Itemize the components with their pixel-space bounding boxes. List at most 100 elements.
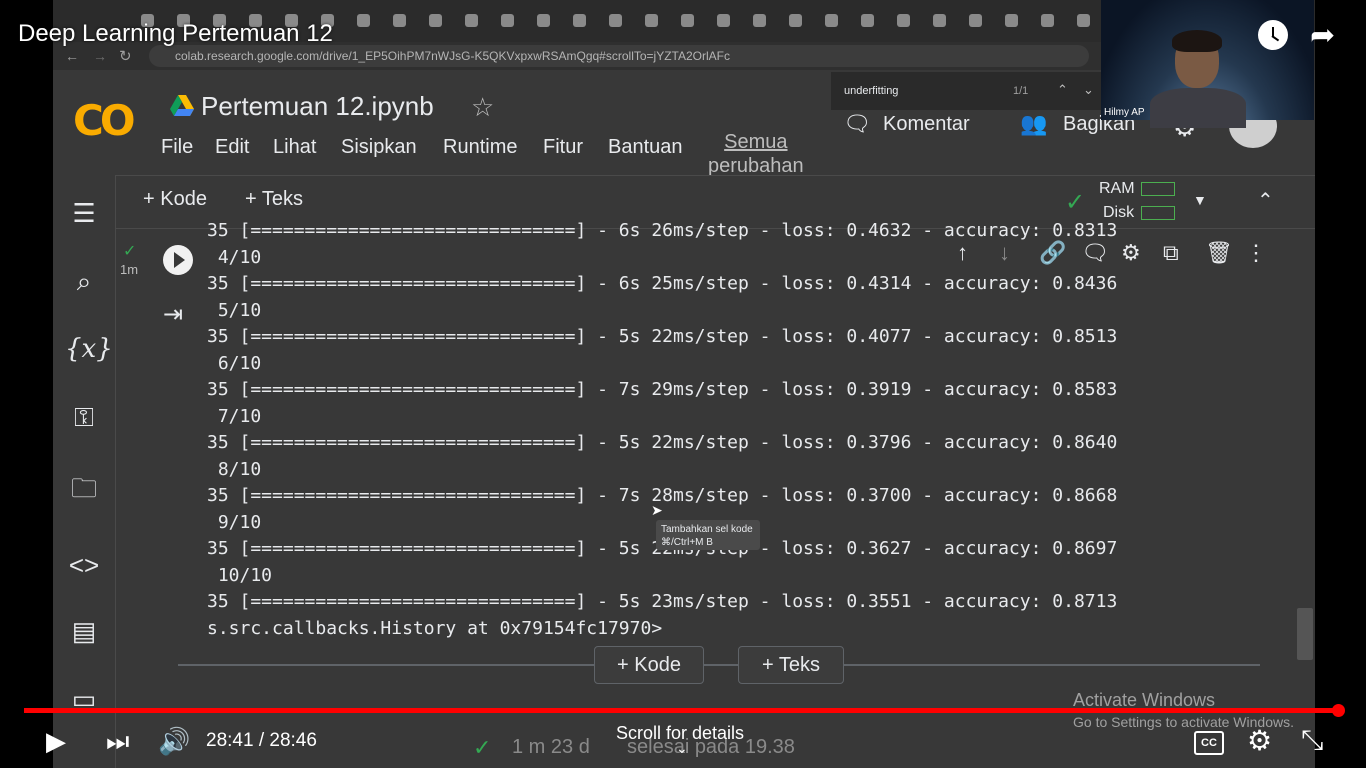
find-input[interactable]: underfitting	[844, 85, 898, 97]
move-cell-down-icon[interactable]: ↓	[999, 240, 1010, 266]
ram-meter[interactable]	[1141, 182, 1175, 196]
reload-icon[interactable]: ↻	[119, 47, 132, 65]
tab-favicon[interactable]	[753, 14, 766, 27]
cell-toolbar: ↑ ↓ 🔗 🗨 ⚙ ⧉ 🗑 ⋮	[953, 240, 1267, 270]
collapse-header-icon[interactable]: ⌃	[1257, 188, 1274, 213]
menu-edit[interactable]: Edit	[215, 136, 249, 159]
drive-icon[interactable]	[170, 95, 194, 117]
mouse-cursor-icon: ➤	[651, 502, 663, 518]
cell-output: 35 [==============================] - 6s…	[207, 220, 1307, 645]
play-icon	[174, 252, 185, 268]
table-of-contents-icon[interactable]: ☰	[65, 198, 103, 229]
code-snippets-icon[interactable]: <>	[65, 550, 103, 581]
delete-cell-icon[interactable]: 🗑	[1205, 240, 1233, 266]
comment-icon[interactable]: 🗨	[843, 111, 871, 137]
cell-success-check-icon: ✓	[123, 243, 137, 260]
tab-favicon[interactable]	[357, 14, 370, 27]
cell-divider	[178, 664, 1260, 666]
tab-favicon[interactable]	[897, 14, 910, 27]
tab-favicon[interactable]	[789, 14, 802, 27]
url-text[interactable]: colab.research.google.com/drive/1_EP5Oih…	[175, 49, 730, 63]
forward-icon[interactable]: →	[93, 48, 107, 64]
output-line: 9/10	[207, 512, 262, 533]
output-line: 6/10	[207, 353, 262, 374]
notebook-title[interactable]: Pertemuan 12.ipynb	[201, 91, 434, 122]
comment-button[interactable]: Komentar	[883, 113, 970, 136]
add-text-cell-inline-button[interactable]: + Teks	[738, 646, 844, 684]
tab-favicon[interactable]	[501, 14, 514, 27]
move-cell-up-icon[interactable]: ↑	[957, 240, 968, 266]
exit-fullscreen-button[interactable]: ⤡	[1301, 724, 1323, 757]
progress-scrubber[interactable]	[1332, 704, 1345, 717]
add-text-cell-button[interactable]: + Teks	[245, 188, 303, 211]
next-video-button[interactable]: ⏭	[106, 726, 129, 758]
cell-run-duration: 1m	[120, 262, 139, 277]
share-icon[interactable]: ➦	[1310, 18, 1335, 53]
webcam-name-label: Hilmy AP	[1104, 107, 1145, 118]
output-line: 8/10	[207, 459, 262, 480]
output-line: 7/10	[207, 406, 262, 427]
all-changes-line2: perubahan	[708, 155, 804, 177]
tab-favicon[interactable]	[717, 14, 730, 27]
colab-logo[interactable]: CO	[73, 96, 135, 145]
tab-favicon[interactable]	[1077, 14, 1090, 27]
mirror-cell-icon[interactable]: ⧉	[1163, 240, 1179, 266]
tab-favicon[interactable]	[465, 14, 478, 27]
scrollbar-thumb[interactable]	[1297, 608, 1313, 660]
secrets-key-icon[interactable]: ⚿	[65, 402, 103, 434]
resources-dropdown-icon[interactable]: ▼	[1193, 192, 1207, 208]
link-icon[interactable]: 🔗	[1039, 240, 1066, 266]
comment-cell-icon[interactable]: 🗨	[1081, 240, 1109, 266]
tab-favicon[interactable]	[573, 14, 586, 27]
output-line: 35 [==============================] - 6s…	[207, 273, 1118, 294]
tab-favicon[interactable]	[645, 14, 658, 27]
ram-label: RAM	[1099, 180, 1135, 197]
menu-tools[interactable]: Fitur	[543, 136, 583, 159]
tab-favicon[interactable]	[933, 14, 946, 27]
tab-favicon[interactable]	[825, 14, 838, 27]
search-icon[interactable]: ⌕	[65, 266, 103, 298]
tab-favicon[interactable]	[681, 14, 694, 27]
subtitles-button[interactable]: CC	[1194, 731, 1224, 755]
menu-insert[interactable]: Sisipkan	[341, 136, 417, 159]
video-title[interactable]: Deep Learning Pertemuan 12	[18, 20, 333, 48]
add-code-cell-button[interactable]: + Kode	[143, 188, 207, 211]
output-line: 35 [==============================] - 6s…	[207, 220, 1118, 241]
menu-help[interactable]: Bantuan	[608, 136, 683, 159]
chevron-down-icon[interactable]: ⌄	[676, 740, 688, 757]
tab-favicon[interactable]	[861, 14, 874, 27]
variables-icon[interactable]: {x}	[65, 334, 113, 364]
star-icon[interactable]: ☆	[471, 92, 494, 123]
volume-button[interactable]: 🔊	[158, 726, 190, 757]
find-previous-icon[interactable]: ⌃	[1057, 82, 1068, 98]
tab-favicon[interactable]	[609, 14, 622, 27]
play-button[interactable]: ▶	[46, 726, 66, 757]
disk-meter[interactable]	[1141, 206, 1175, 220]
share-people-icon[interactable]: 👥	[1020, 111, 1047, 137]
tab-favicon[interactable]	[393, 14, 406, 27]
cell-settings-icon[interactable]: ⚙	[1121, 240, 1141, 266]
tab-favicon[interactable]	[1041, 14, 1054, 27]
status-check-icon: ✓	[473, 735, 492, 760]
all-changes-link[interactable]: Semua perubahan	[708, 130, 804, 178]
more-options-icon[interactable]: ⋮	[1245, 240, 1267, 266]
files-folder-icon[interactable]: 🗀	[65, 470, 103, 514]
output-line: 4/10	[207, 247, 262, 268]
menu-file[interactable]: File	[161, 136, 193, 159]
tab-favicon[interactable]	[1005, 14, 1018, 27]
output-actions-icon[interactable]: ⇥	[163, 300, 183, 329]
tab-favicon[interactable]	[969, 14, 982, 27]
add-code-cell-inline-button[interactable]: + Kode	[594, 646, 704, 684]
tab-favicon[interactable]	[429, 14, 442, 27]
presenter-body	[1150, 88, 1246, 128]
all-changes-line1: Semua	[724, 131, 788, 153]
tab-favicon[interactable]	[537, 14, 550, 27]
menu-view[interactable]: Lihat	[273, 136, 316, 159]
player-settings-button[interactable]: ⚙	[1247, 724, 1272, 757]
status-duration: 1 m 23 d	[512, 736, 590, 758]
menu-runtime[interactable]: Runtime	[443, 136, 517, 159]
back-icon[interactable]: ←	[65, 48, 79, 64]
find-next-icon[interactable]: ⌄	[1083, 82, 1094, 98]
output-line: s.src.callbacks.History at 0x79154fc1797…	[207, 618, 663, 639]
command-palette-icon[interactable]: ▤	[65, 616, 103, 647]
